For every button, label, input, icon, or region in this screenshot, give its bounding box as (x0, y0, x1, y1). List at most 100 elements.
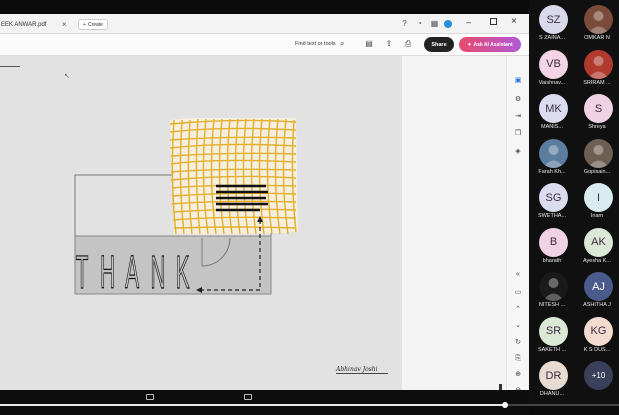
participant-name: SWETHA... (537, 213, 567, 219)
participant-tile[interactable]: NITESH ... (529, 269, 573, 316)
letter-n: N (151, 247, 166, 298)
document-tab[interactable]: EEK ANWAR.pdf (0, 18, 70, 34)
chevron-up-icon[interactable]: ⌃ (507, 305, 529, 315)
participant-tile[interactable]: DR DHANU... (529, 358, 573, 405)
yellow-grid (169, 118, 298, 235)
participant-avatar: S (584, 94, 613, 123)
ai-assistant-button[interactable]: ✦ Ask AI Assistant (459, 37, 521, 52)
participant-photo (539, 138, 568, 168)
notifications-icon[interactable]: ◔ (415, 19, 424, 28)
create-label: Create (87, 21, 103, 28)
share-label: Share (431, 41, 447, 48)
participant-photo (539, 272, 568, 301)
page-margin (402, 56, 506, 390)
participant-avatar: AK (584, 227, 613, 257)
meeting-taskbar (0, 390, 529, 415)
participant-photo (584, 5, 613, 34)
collapse-panel-icon[interactable]: « (507, 270, 529, 280)
participant-tile[interactable]: S Shreya (574, 91, 618, 138)
find-text-or-tools[interactable]: Find text or tools (295, 41, 336, 47)
participant-tile[interactable]: I Inam (574, 180, 618, 227)
participant-name: SAKETH ... (537, 346, 567, 353)
participant-name: ASHITHA J (583, 302, 611, 308)
participant-tile[interactable]: KG K S DUS... (574, 314, 618, 361)
participant-name: Farah Kh... (538, 168, 566, 175)
participant-tile[interactable]: Farah Kh... (529, 136, 573, 183)
participant-name: MANIS... (540, 124, 563, 130)
zoom-in-icon[interactable]: ⊕ (507, 370, 529, 380)
comment-panel-icon[interactable]: ▣ (507, 76, 529, 86)
layers-icon[interactable]: ◈ (507, 147, 529, 157)
divider (0, 66, 20, 67)
participant-name: Ayesha K... (582, 257, 612, 264)
playback-knob[interactable] (502, 402, 508, 408)
letter-a: A (125, 247, 139, 298)
letter-t: T (76, 247, 89, 298)
participant-name: S ZAINA... (539, 35, 565, 41)
help-icon[interactable]: ? (400, 19, 409, 28)
sidebar-toggle-icon[interactable]: ▤ (364, 39, 374, 49)
signature: Abhinav Joshi (336, 366, 388, 374)
refresh-icon[interactable]: ↻ (507, 338, 529, 348)
participant-name: SRIRAM ... (583, 79, 611, 86)
participant-avatar: B (539, 227, 568, 257)
share-button[interactable]: Share (424, 37, 454, 52)
close-tab-icon[interactable]: × (62, 21, 67, 29)
participant-tile[interactable]: MK MANIS... (529, 91, 573, 138)
save-icon[interactable]: ⎘ (507, 354, 529, 364)
participant-tile[interactable]: +10 (574, 358, 618, 405)
participant-name: K S DUS... (583, 346, 611, 353)
participant-photo: AJ (584, 272, 613, 301)
document-tab-title: EEK ANWAR.pdf (1, 22, 47, 28)
maximize-icon[interactable] (490, 18, 497, 25)
participant-avatar: SZ (539, 5, 568, 34)
participant-tile[interactable]: VB Vaishnav... (529, 47, 573, 94)
participant-tile[interactable]: OMKAR N (574, 2, 618, 49)
participant-name: Shreya (588, 124, 606, 130)
participant-tile[interactable]: SR SAKETH ... (529, 314, 573, 361)
participant-tile[interactable]: Gopisain... (574, 136, 618, 183)
search-icon[interactable]: ⌕ (340, 39, 344, 49)
screen: EEK ANWAR.pdf × + Create ? ◔ ▦ – × Find t… (0, 0, 619, 415)
minimize-icon[interactable]: – (466, 17, 471, 27)
settings-icon[interactable]: ⚙ (507, 95, 529, 105)
ai-assistant-icon: ✦ (467, 41, 472, 48)
participant-tile[interactable]: AJ ASHITHA J (574, 269, 618, 316)
plus-icon: + (83, 21, 86, 28)
participant-name: DHANU... (539, 391, 565, 397)
participant-name: NITESH ... (538, 302, 566, 308)
chevron-down-icon[interactable]: ⌄ (507, 321, 529, 331)
participant-avatar: SG (539, 183, 568, 212)
page-indicator-icon[interactable]: ▭ (507, 288, 529, 298)
participant-avatar: I (584, 183, 613, 212)
export-icon[interactable]: ⇥ (507, 112, 529, 122)
participant-avatar: MK (539, 94, 568, 123)
thank-you-drawing: T H A N K (74, 118, 298, 298)
participant-avatar: VB (539, 49, 568, 79)
pages-icon[interactable]: ❐ (507, 129, 529, 139)
participant-tile[interactable]: Bbharath (529, 225, 573, 272)
participant-avatar: +10 (584, 361, 613, 390)
create-button[interactable]: + Create (78, 19, 108, 30)
participant-tile[interactable]: SG SWETHA... (529, 180, 573, 227)
participants-panel: SZ S ZAINA... OMKAR N VB Vaishnav... SRIRAM .… (529, 0, 619, 404)
letter-k: K (176, 247, 190, 298)
participant-tile[interactable]: SZ S ZAINA... (529, 2, 573, 49)
chat-icon[interactable] (244, 394, 252, 400)
participant-name: Gopisain... (583, 168, 611, 175)
participant-avatar: KG (584, 316, 613, 346)
participant-tile[interactable]: AK Ayesha K... (574, 225, 618, 272)
account-icon[interactable] (444, 20, 452, 28)
apps-icon[interactable]: ▦ (430, 19, 439, 28)
toolbar: Find text or tools ⌕ ▤ ⇪ ⎙ Share ✦ Ask AI… (0, 34, 529, 56)
participant-photo (584, 49, 613, 79)
participant-tile[interactable]: SRIRAM ... (574, 47, 618, 94)
participant-name: OMKAR N (584, 35, 610, 41)
screen-share-icon[interactable] (146, 394, 154, 400)
upload-icon[interactable]: ⇪ (384, 39, 394, 49)
close-window-icon[interactable]: × (511, 16, 517, 27)
participant-name: Inam (590, 213, 604, 219)
participant-name: bharath (542, 257, 562, 264)
cursor-icon: ↖ (64, 73, 70, 80)
print-icon[interactable]: ⎙ (403, 39, 413, 49)
